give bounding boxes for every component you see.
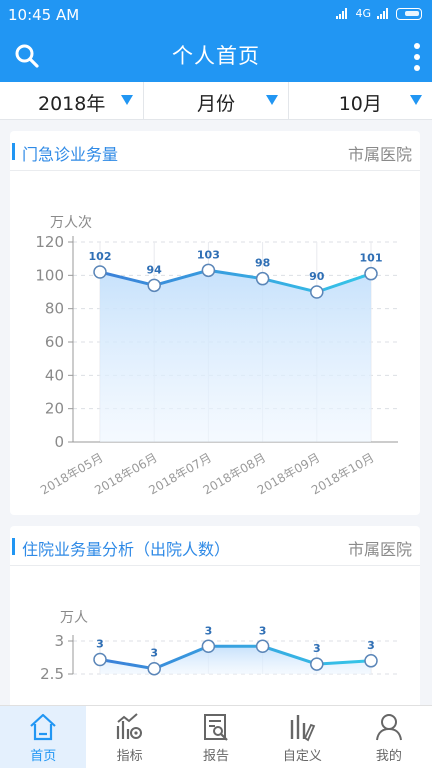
data-point	[201, 263, 216, 278]
user-icon	[375, 714, 402, 741]
y-axis-unit: 万人次	[50, 215, 92, 231]
data-point	[255, 639, 270, 654]
series-area	[100, 270, 371, 442]
app-header: 个人首页	[0, 32, 432, 82]
filter-bar: 2018年 月份 10月	[0, 82, 432, 120]
card-header: 门急诊业务量 市属医院	[10, 131, 420, 171]
tab-customize[interactable]: 自定义	[259, 706, 345, 768]
data-label: 3	[313, 642, 321, 655]
tab-label: 报告	[203, 749, 230, 764]
data-label: 103	[197, 248, 220, 261]
card-accent-bar	[12, 538, 15, 555]
network-type: 4G	[355, 7, 371, 20]
y-axis-unit: 万人	[60, 610, 88, 626]
year-select[interactable]: 2018年	[0, 82, 145, 119]
inpatient-chart: 万人 2.5 3 3 3 3 3 3 3	[40, 610, 398, 683]
y-tick-label: 100	[35, 266, 64, 284]
report-icon	[204, 714, 228, 741]
inpatient-card[interactable]: 住院业务量分析（出院人数） 市属医院 万人 2.5 3 3 3 3 3 3 3	[10, 526, 420, 716]
home-icon	[30, 713, 56, 741]
signal-icon	[336, 8, 349, 19]
data-point	[201, 639, 216, 654]
y-tick-label: 40	[45, 366, 64, 384]
tab-label: 指标	[116, 749, 143, 764]
chart-gear-icon	[116, 713, 142, 739]
data-label: 98	[255, 257, 270, 270]
card-title: 住院业务量分析（出院人数）	[22, 540, 231, 559]
data-label: 3	[96, 637, 104, 650]
data-label: 94	[147, 263, 163, 276]
data-label: 3	[205, 624, 213, 637]
customize-icon	[291, 715, 316, 742]
more-vert-icon[interactable]	[412, 42, 422, 72]
card-scope: 市属医院	[347, 540, 412, 559]
outpatient-chart: 万人次0204060801001201029410398901012018年05…	[35, 215, 398, 498]
series-area	[100, 646, 371, 674]
dropdown-caret-icon	[409, 95, 422, 105]
bottom-tab-bar: 首页 指标 报告 自定义 我的	[0, 705, 432, 768]
data-label: 90	[309, 270, 325, 283]
status-time: 10:45 AM	[8, 6, 80, 24]
data-point	[147, 278, 161, 293]
battery-icon	[396, 7, 422, 20]
tab-label: 我的	[375, 749, 402, 764]
data-label: 3	[259, 624, 267, 637]
y-tick-label: 0	[54, 433, 64, 451]
data-label: 102	[89, 250, 112, 263]
data-label: 3	[150, 647, 158, 660]
data-point	[147, 661, 161, 676]
status-icons: 4G	[336, 7, 422, 20]
dropdown-caret-icon	[121, 95, 134, 105]
tab-mine[interactable]: 我的	[346, 706, 432, 768]
y-tick-label: 60	[45, 333, 64, 351]
data-point	[310, 657, 324, 671]
data-label: 101	[360, 252, 383, 265]
data-label: 3	[367, 639, 375, 652]
data-point	[93, 652, 107, 667]
tab-indicators[interactable]: 指标	[86, 706, 172, 768]
data-point	[310, 285, 324, 299]
data-point	[93, 265, 107, 279]
y-tick-label: 3	[54, 632, 64, 650]
status-bar: 10:45 AM 4G	[0, 0, 432, 32]
y-tick-label: 80	[45, 300, 64, 318]
data-point	[255, 271, 270, 286]
card-accent-bar	[12, 143, 15, 160]
card-scope: 市属医院	[347, 145, 412, 164]
y-tick-label: 120	[35, 233, 64, 251]
month-select[interactable]: 10月	[289, 82, 432, 119]
data-point	[364, 654, 378, 668]
tab-label: 自定义	[282, 749, 322, 764]
outpatient-card[interactable]: 门急诊业务量 市属医院 万人次 0 20 40 60 80 100 120 102 94 103 98…	[10, 131, 420, 515]
tab-label: 首页	[30, 749, 57, 764]
page-title: 个人首页	[172, 44, 260, 68]
dropdown-caret-icon	[265, 95, 278, 105]
card-header: 住院业务量分析（出院人数） 市属医院	[10, 526, 420, 566]
card-title: 门急诊业务量	[22, 145, 119, 164]
tab-home[interactable]: 首页	[0, 706, 87, 768]
signal-icon-2	[377, 8, 390, 19]
y-tick-label: 20	[45, 400, 64, 418]
tab-report[interactable]: 报告	[173, 706, 259, 768]
y-tick-label: 2.5	[40, 665, 64, 683]
data-point	[364, 266, 378, 281]
period-select[interactable]: 月份	[144, 82, 289, 119]
